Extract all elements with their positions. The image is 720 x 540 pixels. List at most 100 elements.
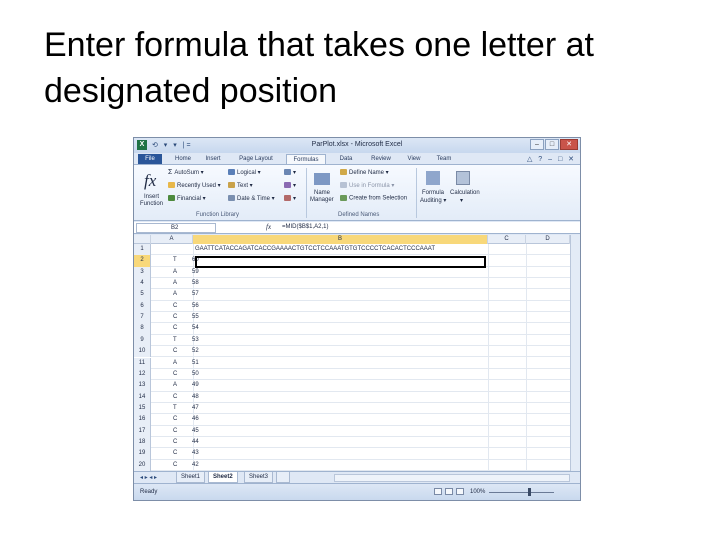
- column-header-a[interactable]: A: [151, 235, 193, 244]
- cell-b-letter[interactable]: A: [167, 278, 187, 289]
- cell-b[interactable]: [192, 460, 488, 471]
- logical-button[interactable]: Logical ▾: [228, 169, 261, 176]
- cell-b[interactable]: [192, 392, 488, 403]
- cell-b[interactable]: [192, 267, 488, 278]
- zoom-slider[interactable]: [489, 492, 554, 493]
- row-header[interactable]: 6: [134, 300, 151, 313]
- close-button[interactable]: ✕: [560, 139, 578, 150]
- math-button[interactable]: ▾: [284, 182, 296, 189]
- tab-file[interactable]: File: [138, 154, 162, 164]
- row-header[interactable]: 12: [134, 368, 151, 381]
- tab-data[interactable]: Data: [334, 154, 358, 164]
- horizontal-scrollbar[interactable]: [334, 474, 570, 482]
- cell-b-letter[interactable]: [167, 244, 187, 255]
- row-header[interactable]: 1: [134, 244, 151, 256]
- tab-formulas[interactable]: Formulas: [286, 154, 326, 164]
- calculation-label-2[interactable]: ▾: [460, 197, 463, 204]
- cell-b-letter[interactable]: C: [167, 392, 187, 403]
- cell-b[interactable]: GAATTCATACCAGATCACCGAAAACTGTCCTCCAAATGTG…: [192, 244, 488, 255]
- cell-b-letter[interactable]: C: [167, 426, 187, 437]
- row-header[interactable]: 5: [134, 289, 151, 301]
- cell-b[interactable]: [192, 448, 488, 459]
- name-manager-label-1[interactable]: Name: [314, 190, 330, 196]
- calculation-icon[interactable]: [456, 171, 470, 185]
- text-button[interactable]: Text ▾: [228, 182, 253, 189]
- cell-b[interactable]: [192, 414, 488, 425]
- cell-b-letter[interactable]: C: [167, 414, 187, 425]
- cell-b-letter[interactable]: A: [167, 289, 187, 300]
- page-break-view-icon[interactable]: [456, 488, 464, 495]
- tab-page-layout[interactable]: Page Layout: [232, 154, 280, 164]
- name-manager-label-2[interactable]: Manager: [310, 197, 334, 203]
- cell-b[interactable]: [192, 369, 488, 380]
- tab-view[interactable]: View: [402, 154, 426, 164]
- cell-b[interactable]: [192, 323, 488, 334]
- autosum-button[interactable]: Σ AutoSum ▾: [168, 169, 204, 176]
- zoom-level[interactable]: 100%: [470, 489, 485, 495]
- row-header[interactable]: 4: [134, 278, 151, 290]
- cell-b-letter[interactable]: C: [167, 460, 187, 471]
- cell-b[interactable]: [192, 403, 488, 414]
- row-header[interactable]: 14: [134, 391, 151, 403]
- cell-b[interactable]: [192, 335, 488, 346]
- row-header[interactable]: 11: [134, 357, 151, 369]
- cell-b-letter[interactable]: C: [167, 369, 187, 380]
- cell-grid[interactable]: 1 GAATTCATACCAGATCACCGAAAACTGTCCTCCAAATGT…: [134, 244, 570, 471]
- formula-auditing-icon[interactable]: [426, 171, 440, 185]
- ribbon-window-controls[interactable]: △ ? – □ ✕: [527, 155, 576, 163]
- fx-icon[interactable]: fx: [266, 223, 271, 231]
- maximize-button[interactable]: □: [545, 139, 559, 150]
- date-time-button[interactable]: Date & Time ▾: [228, 195, 275, 202]
- column-header-d[interactable]: D: [526, 235, 570, 244]
- row-header[interactable]: 20: [134, 459, 151, 471]
- row-header[interactable]: 9: [134, 334, 151, 347]
- recently-used-button[interactable]: Recently Used ▾: [168, 182, 221, 189]
- tab-home[interactable]: Home: [170, 154, 196, 164]
- cell-b-letter[interactable]: T: [167, 403, 187, 414]
- tab-review[interactable]: Review: [366, 154, 396, 164]
- cell-b[interactable]: [192, 278, 488, 289]
- use-in-formula-button[interactable]: Use in Formula ▾: [340, 182, 394, 189]
- insert-function-label-2[interactable]: Function: [140, 201, 163, 207]
- page-layout-view-icon[interactable]: [445, 488, 453, 495]
- sheet-tab-sheet2[interactable]: Sheet2: [208, 472, 238, 483]
- cell-b[interactable]: [192, 437, 488, 448]
- cell-b-letter[interactable]: A: [167, 358, 187, 369]
- cell-b-letter[interactable]: C: [167, 301, 187, 312]
- row-header[interactable]: 16: [134, 414, 151, 426]
- cell-b-letter[interactable]: T: [167, 255, 187, 266]
- insert-function-icon[interactable]: fx: [144, 171, 156, 191]
- zoom-slider-thumb[interactable]: [528, 488, 531, 496]
- row-header[interactable]: 15: [134, 402, 151, 415]
- column-header-b[interactable]: B: [193, 235, 488, 244]
- row-header[interactable]: 19: [134, 448, 151, 460]
- cell-b-letter[interactable]: C: [167, 437, 187, 448]
- formula-input[interactable]: =MID($B$1,A2,1): [282, 224, 329, 230]
- cell-b[interactable]: [192, 426, 488, 437]
- calculation-label-1[interactable]: Calculation: [450, 190, 480, 196]
- column-header-c[interactable]: C: [488, 235, 526, 244]
- minimize-button[interactable]: –: [530, 139, 544, 150]
- row-header[interactable]: 7: [134, 312, 151, 324]
- cell-b[interactable]: [192, 380, 488, 391]
- more-functions-button[interactable]: ▾: [284, 195, 296, 202]
- cell-b-letter[interactable]: A: [167, 380, 187, 391]
- select-all-corner[interactable]: [134, 235, 151, 244]
- row-header[interactable]: 10: [134, 346, 151, 358]
- row-header[interactable]: 3: [134, 266, 151, 279]
- new-sheet-icon[interactable]: [276, 472, 290, 483]
- financial-button[interactable]: Financial ▾: [168, 195, 206, 202]
- cell-b[interactable]: [192, 358, 488, 369]
- sheet-nav-buttons[interactable]: ◂ ▸ ◂ ▸: [140, 474, 157, 481]
- row-header[interactable]: 18: [134, 436, 151, 449]
- cell-b[interactable]: [192, 301, 488, 312]
- cell-b-letter[interactable]: C: [167, 312, 187, 323]
- cell-b-letter[interactable]: C: [167, 346, 187, 357]
- name-box[interactable]: B2: [136, 223, 216, 233]
- row-header[interactable]: 2: [134, 255, 151, 267]
- vertical-scrollbar[interactable]: [570, 235, 580, 471]
- cell-b-letter[interactable]: C: [167, 448, 187, 459]
- name-manager-icon[interactable]: [314, 173, 330, 185]
- sheet-tab-sheet1[interactable]: Sheet1: [176, 472, 206, 483]
- formula-auditing-label-1[interactable]: Formula: [422, 190, 444, 196]
